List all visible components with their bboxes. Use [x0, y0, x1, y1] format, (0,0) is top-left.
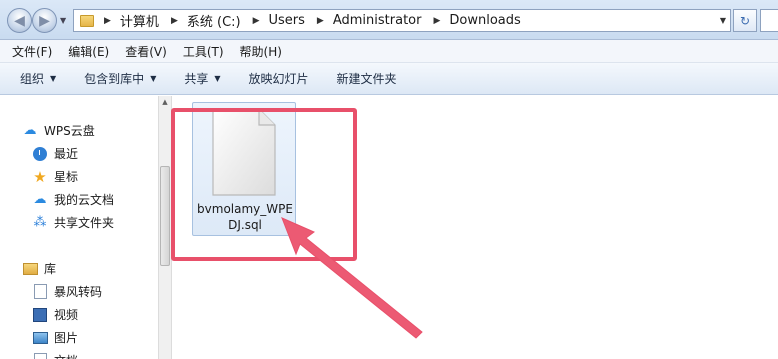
chevron-right-icon[interactable]: ▶ — [253, 16, 260, 26]
back-arrow-icon: ◀ — [14, 12, 25, 29]
forward-arrow-icon: ▶ — [39, 12, 50, 29]
picture-icon — [32, 330, 48, 346]
breadcrumb-users[interactable]: Users — [269, 13, 305, 28]
nav-item-pictures[interactable]: 图片 — [32, 329, 78, 346]
slideshow-label: 放映幻灯片 — [248, 72, 309, 86]
nav-item-label: 文档 — [54, 352, 78, 359]
menu-edit[interactable]: 编辑(E) — [68, 43, 109, 60]
pointer-arrow-icon — [281, 217, 423, 339]
breadcrumb-drive-c[interactable]: 系统 (C:) — [187, 11, 241, 30]
nav-item-label: 共享文件夹 — [54, 216, 115, 230]
chevron-down-icon: ▼ — [150, 74, 157, 83]
nav-item-starred[interactable]: ★ 星标 — [32, 167, 79, 186]
nav-item-label: 最近 — [54, 147, 79, 161]
command-bar: 组织 ▼ 包含到库中 ▼ 共享 ▼ 放映幻灯片 新建文件夹 — [0, 63, 778, 95]
new-folder-button[interactable]: 新建文件夹 — [337, 70, 397, 87]
chevron-right-icon[interactable]: ▶ — [171, 16, 178, 26]
new-folder-label: 新建文件夹 — [336, 72, 397, 86]
search-input[interactable] — [760, 9, 778, 32]
document-icon — [32, 353, 48, 359]
folder-icon — [80, 14, 94, 27]
chevron-right-icon[interactable]: ▶ — [104, 16, 111, 26]
nav-item-label: 库 — [44, 262, 57, 276]
nav-item-label: 暴风转码 — [54, 285, 103, 299]
navigation-pane: ☁ WPS云盘 最近 ★ 星标 ☁ 我的云文档 ⁂ 共享文件夹 库 暴风转码 视… — [0, 96, 158, 359]
forward-button[interactable]: ▶ — [32, 8, 57, 33]
menu-bar: 文件(F) 编辑(E) 查看(V) 工具(T) 帮助(H) — [0, 40, 778, 63]
nav-item-label: 视频 — [54, 308, 79, 322]
nav-item-label: 我的云文档 — [54, 193, 115, 207]
menu-tools[interactable]: 工具(T) — [183, 43, 224, 60]
library-icon — [22, 261, 38, 277]
nav-item-documents[interactable]: 文档 — [32, 352, 78, 359]
nav-item-storm-transcode[interactable]: 暴风转码 — [32, 283, 102, 300]
address-dropdown-icon[interactable]: ▼ — [720, 16, 726, 25]
menu-help[interactable]: 帮助(H) — [240, 43, 282, 60]
refresh-icon: ↻ — [739, 13, 751, 28]
nav-item-wps-cloud[interactable]: ☁ WPS云盘 — [22, 122, 95, 139]
nav-item-shared-folder[interactable]: ⁂ 共享文件夹 — [32, 214, 115, 231]
cloud-icon: ☁ — [23, 123, 37, 138]
breadcrumb-administrator[interactable]: Administrator — [333, 13, 422, 28]
address-bar[interactable]: ▶ 计算机 ▶ 系统 (C:) ▶ Users ▶ Administrator … — [73, 9, 731, 32]
nav-item-libraries[interactable]: 库 — [22, 260, 56, 277]
scrollbar-thumb[interactable] — [160, 166, 170, 266]
chevron-down-icon: ▼ — [214, 74, 221, 83]
organize-label: 组织 — [20, 72, 45, 86]
chevron-down-icon: ▼ — [50, 74, 57, 83]
address-toolbar: ◀ ▶ ▼ ▶ 计算机 ▶ 系统 (C:) ▶ Users ▶ Administ… — [0, 0, 778, 40]
document-icon — [32, 284, 48, 300]
nav-scrollbar[interactable]: ▲ — [158, 96, 172, 359]
menu-file[interactable]: 文件(F) — [12, 43, 52, 60]
nav-item-label: 星标 — [54, 170, 79, 184]
chevron-right-icon[interactable]: ▶ — [317, 16, 324, 26]
share-button[interactable]: 共享 ▼ — [184, 70, 220, 87]
clock-icon — [32, 146, 48, 162]
nav-item-recent[interactable]: 最近 — [32, 145, 78, 162]
nav-item-label: 图片 — [54, 331, 79, 345]
include-in-library-label: 包含到库中 — [84, 72, 145, 86]
back-button[interactable]: ◀ — [7, 8, 32, 33]
nav-item-label: WPS云盘 — [44, 124, 95, 138]
share-label: 共享 — [184, 72, 209, 86]
organize-button[interactable]: 组织 ▼ — [20, 70, 56, 87]
breadcrumb-downloads[interactable]: Downloads — [449, 13, 520, 28]
slideshow-button[interactable]: 放映幻灯片 — [249, 70, 309, 87]
refresh-button[interactable]: ↻ — [733, 9, 757, 32]
chevron-right-icon[interactable]: ▶ — [433, 16, 440, 26]
menu-view[interactable]: 查看(V) — [125, 43, 167, 60]
recent-pages-dropdown-icon[interactable]: ▼ — [60, 16, 66, 25]
cloud-icon: ☁ — [33, 192, 47, 207]
share-network-icon: ⁂ — [33, 215, 47, 230]
scroll-up-icon[interactable]: ▲ — [159, 98, 171, 108]
video-icon — [32, 307, 48, 323]
include-in-library-button[interactable]: 包含到库中 ▼ — [84, 70, 156, 87]
breadcrumb-computer[interactable]: 计算机 — [120, 11, 159, 30]
star-icon: ★ — [33, 167, 47, 186]
nav-item-my-cloud-docs[interactable]: ☁ 我的云文档 — [32, 191, 115, 208]
nav-item-videos[interactable]: 视频 — [32, 306, 78, 323]
breadcrumb: 计算机 ▶ 系统 (C:) ▶ Users ▶ Administrator ▶ … — [120, 10, 521, 31]
